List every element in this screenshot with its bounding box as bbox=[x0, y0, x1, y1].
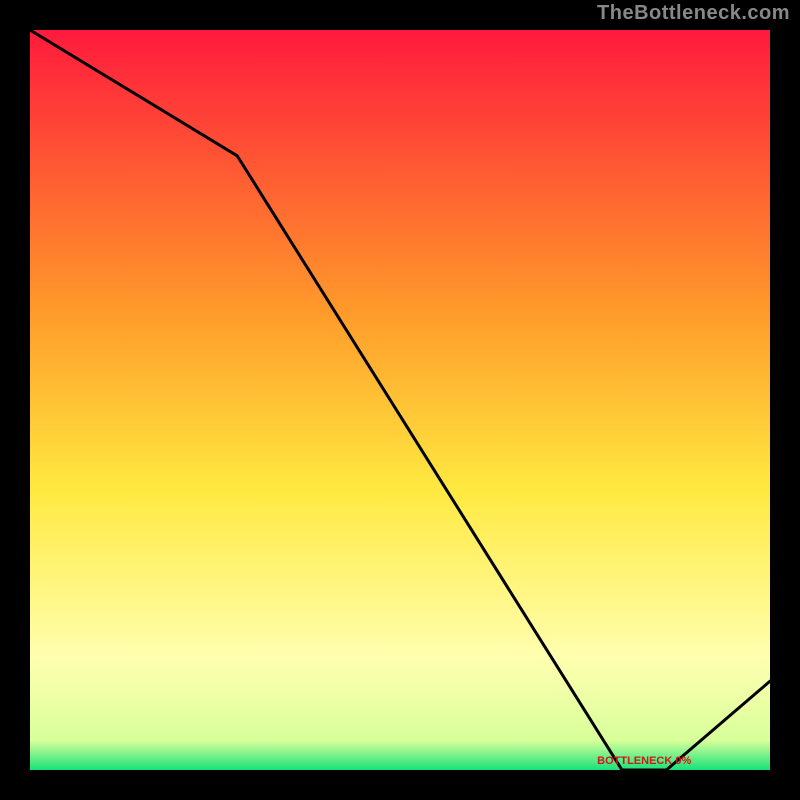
plot-area: BOTTLENECK 0% bbox=[30, 30, 770, 770]
bottleneck-chart: BOTTLENECK 0% bbox=[30, 30, 770, 770]
chart-frame: TheBottleneck.com BOTTLENECK 0% bbox=[0, 0, 800, 800]
source-attribution: TheBottleneck.com bbox=[597, 2, 790, 25]
bottleneck-label: BOTTLENECK 0% bbox=[597, 755, 691, 767]
gradient-background bbox=[30, 30, 770, 770]
